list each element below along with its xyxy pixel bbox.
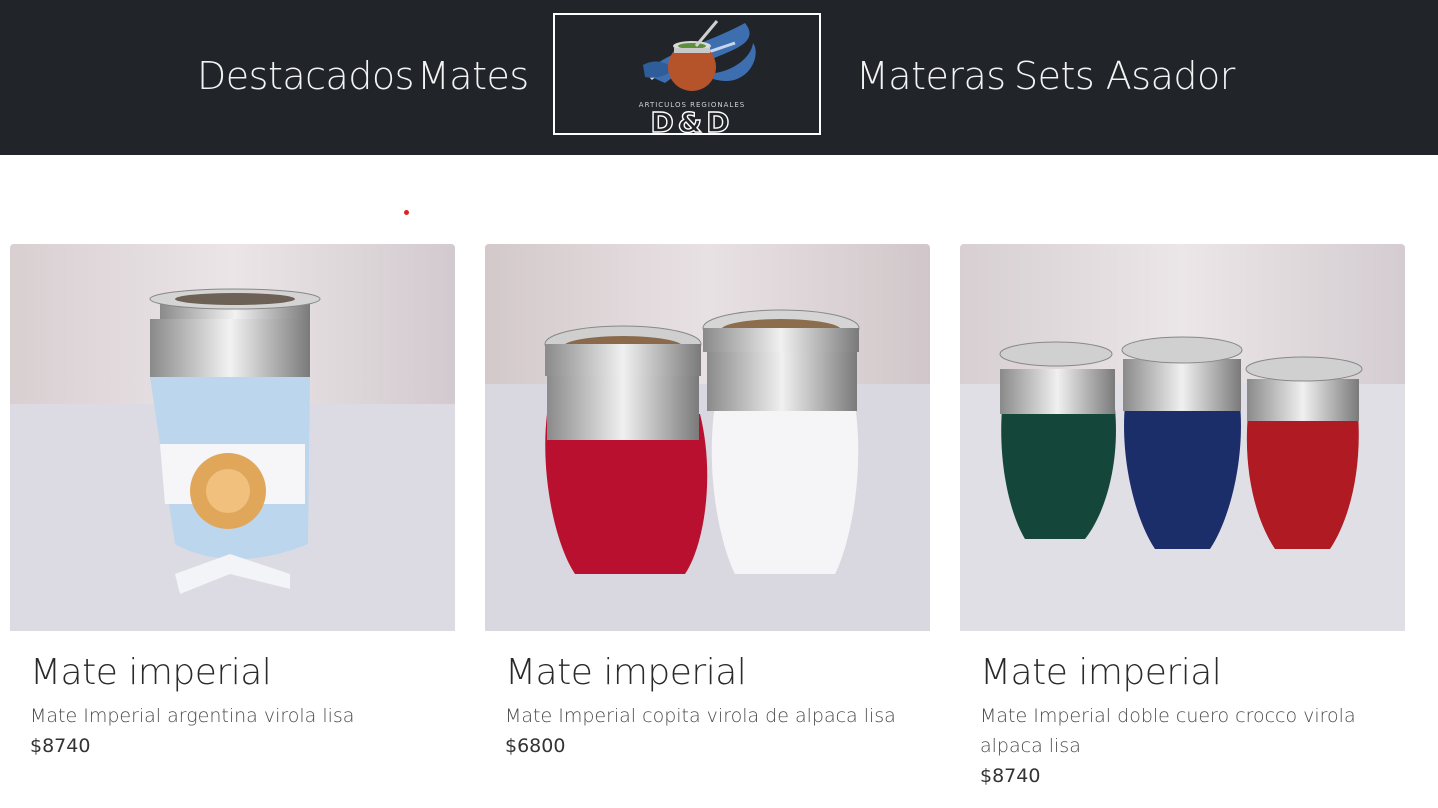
product-image[interactable] — [960, 244, 1405, 631]
product-description: Mate Imperial argentina virola lisa — [30, 705, 355, 727]
mate-crocco-image — [960, 244, 1405, 631]
nav-link-destacados[interactable]: Destacados — [197, 52, 414, 100]
svg-text:D&D: D&D — [651, 106, 734, 133]
navbar: Destacados Mates ARTICULOS REGIONALES D&… — [0, 0, 1438, 155]
product-card[interactable]: Mate imperial Mate Imperial doble cuero … — [960, 244, 1405, 791]
product-image[interactable] — [10, 244, 455, 631]
nav-link-mates[interactable]: Mates — [417, 52, 529, 100]
nav-link-materas[interactable]: Materas — [856, 52, 1006, 100]
product-price: $6800 — [505, 735, 566, 757]
product-title: Mate imperial — [980, 652, 1222, 693]
product-card[interactable]: Mate imperial Mate Imperial argentina vi… — [10, 244, 455, 761]
product-title: Mate imperial — [505, 652, 747, 693]
decorative-dot — [404, 210, 409, 215]
product-card[interactable]: Mate imperial Mate Imperial copita virol… — [485, 244, 930, 761]
mate-argentina-image — [10, 244, 455, 631]
mate-copita-image — [485, 244, 930, 631]
brand-logo[interactable]: ARTICULOS REGIONALES D&D — [553, 13, 821, 135]
nav-link-sets-asador[interactable]: Sets Asador — [1014, 52, 1235, 100]
product-description: Mate Imperial copita virola de alpaca li… — [505, 705, 896, 727]
mate-logo-icon: ARTICULOS REGIONALES D&D — [639, 20, 756, 133]
product-price: $8740 — [30, 735, 91, 757]
product-image[interactable] — [485, 244, 930, 631]
product-description: Mate Imperial doble cuero crocco virola … — [980, 705, 1356, 757]
product-title: Mate imperial — [30, 652, 272, 693]
product-price: $8740 — [980, 765, 1041, 787]
